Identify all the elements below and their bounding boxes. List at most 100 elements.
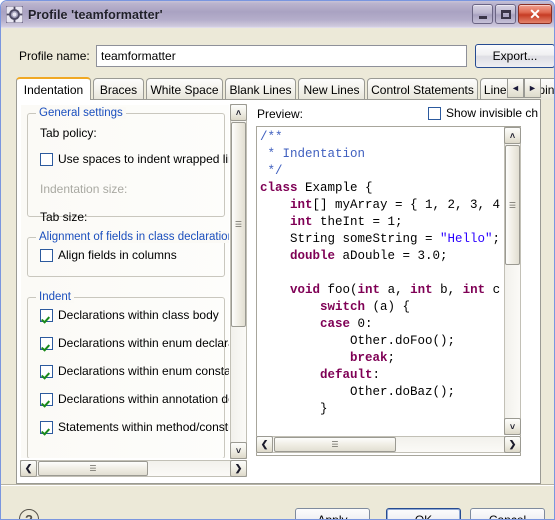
settings-scroll-right-button[interactable]: ❯ <box>230 460 247 477</box>
code-token: 0: <box>350 317 373 331</box>
setting-checkbox-row[interactable]: Declarations within enum declaration <box>40 336 229 350</box>
preview-hscroll-thumb[interactable]: ☰ <box>274 437 396 452</box>
settings-group-2: Alignment of fields in class declaration… <box>27 231 229 277</box>
code-token: */ <box>260 164 283 178</box>
preview-scroll-right-button[interactable]: ❯ <box>504 436 521 453</box>
settings-scroll-up-button[interactable]: ˄ <box>230 104 247 121</box>
preview-pane: Preview: Show invisible chara /** * Inde… <box>255 104 538 480</box>
settings-group-title: Alignment of fields in class declaration… <box>36 231 229 243</box>
code-line: class Example { <box>260 180 500 197</box>
settings-scroll-thumb[interactable]: ☰ <box>231 122 246 327</box>
code-line: case 0: <box>260 316 500 333</box>
setting-checkbox-row[interactable]: Use spaces to indent wrapped lines <box>40 152 229 166</box>
setting-label-1: Tab policy: <box>40 126 97 140</box>
setting-checkbox-row[interactable]: Declarations within enum constants <box>40 364 230 378</box>
close-icon: ✕ <box>529 5 541 22</box>
settings-pane: General settings Tab policy: Use spaces to… <box>20 104 247 480</box>
window-controls: ✕ <box>472 4 552 24</box>
tab-panel: General settings Tab policy: Use spaces to… <box>16 99 541 484</box>
profile-dialog-window: Profile 'teamformatter' ✕ Profile name: … <box>0 0 555 520</box>
settings-group-title: General settings <box>36 107 126 119</box>
help-button[interactable]: ? <box>19 509 39 519</box>
setting-checkbox[interactable] <box>40 336 53 350</box>
tab-scroll-right-icon[interactable]: ► <box>524 78 541 98</box>
code-line: double aDouble = 3.0; <box>260 248 500 265</box>
cancel-button[interactable]: Cancel <box>470 508 545 519</box>
preview-vertical-scrollbar[interactable]: ˄ ☰ ˅ <box>504 127 521 435</box>
tab-label: New Lines <box>303 82 360 97</box>
code-line: } <box>260 401 500 418</box>
show-invisible-checkbox[interactable] <box>428 106 441 120</box>
preview-hthumb-grip-icon: ☰ <box>331 440 339 449</box>
maximize-icon <box>496 5 515 23</box>
settings-scroll-left-button[interactable]: ❮ <box>20 460 37 477</box>
setting-checkbox-row[interactable]: Declarations within annotation declar <box>40 392 229 406</box>
settings-vertical-scrollbar[interactable]: ˄ ☰ ˅ <box>230 104 247 459</box>
code-line: int[] myArray = { 1, 2, 3, 4 <box>260 197 500 214</box>
code-line: break; <box>260 350 500 367</box>
setting-checkbox[interactable] <box>40 308 53 322</box>
tab-scroll-left-icon[interactable]: ◄ <box>507 78 524 98</box>
preview-scroll-up-button[interactable]: ˄ <box>504 127 521 144</box>
setting-label-4: Tab size: <box>40 210 88 224</box>
preview-scroll-left-button[interactable]: ❮ <box>256 436 273 453</box>
settings-horizontal-scrollbar[interactable]: ❮ ☰ ❯ <box>20 460 247 477</box>
code-token: Other.doFoo(); <box>260 334 456 348</box>
minimize-button[interactable] <box>472 4 493 24</box>
code-line: /** <box>260 129 500 146</box>
settings-hscroll-thumb[interactable]: ☰ <box>38 461 148 476</box>
settings-scroll-area: General settings Tab policy: Use spaces to… <box>20 104 230 459</box>
profile-name-input[interactable] <box>96 45 467 67</box>
setting-checkbox-label: Declarations within class body <box>58 308 219 322</box>
code-token: [] myArray = { 1, 2, 3, 4 <box>312 198 501 212</box>
code-token: foo( <box>320 283 358 297</box>
setting-checkbox[interactable] <box>40 248 53 262</box>
settings-scroll-down-button[interactable]: ˅ <box>230 442 247 459</box>
code-line: void foo(int a, int b, int c <box>260 282 500 299</box>
code-line: * Indentation <box>260 146 500 163</box>
setting-checkbox-row[interactable]: Statements within method/constructo <box>40 420 229 434</box>
code-token: * Indentation <box>260 147 366 161</box>
code-line: switch (a) { <box>260 299 500 316</box>
tab-control-statements[interactable]: Control Statements <box>367 78 478 100</box>
setting-checkbox[interactable] <box>40 420 53 434</box>
setting-checkbox[interactable] <box>40 392 53 406</box>
ok-button[interactable]: OK <box>386 508 461 519</box>
scroll-thumb-grip-icon: ☰ <box>234 220 243 229</box>
code-token: case <box>320 317 351 331</box>
footer-bar: ? Apply OK Cancel <box>1 485 554 519</box>
code-token: c <box>485 283 501 297</box>
code-token: ; <box>492 232 501 246</box>
setting-checkbox-label: Declarations within enum constants <box>58 364 230 378</box>
preview-horizontal-scrollbar[interactable]: ❮ ☰ ❯ <box>256 436 521 453</box>
preview-scroll-thumb[interactable]: ☰ <box>505 145 520 265</box>
tab-new-lines[interactable]: New Lines <box>298 78 365 100</box>
maximize-button[interactable] <box>495 4 516 24</box>
preview-scroll-down-button[interactable]: ˅ <box>504 418 521 435</box>
export-button[interactable]: Export... <box>475 44 554 68</box>
code-token: int <box>290 215 313 229</box>
code-token: break <box>350 351 388 365</box>
tab-indentation[interactable]: Indentation <box>16 77 91 100</box>
close-button[interactable]: ✕ <box>518 4 552 24</box>
tab-braces[interactable]: Braces <box>93 78 144 100</box>
setting-checkbox-row[interactable]: Align fields in columns <box>40 248 177 262</box>
setting-checkbox[interactable] <box>40 364 53 378</box>
tab-blank-lines[interactable]: Blank Lines <box>225 78 296 100</box>
setting-label-3: Indentation size: <box>40 182 128 196</box>
tab-nav-buttons: ◄ ► <box>507 78 541 98</box>
code-line: default: <box>260 367 500 384</box>
setting-checkbox-row[interactable]: Declarations within class body <box>40 308 219 322</box>
code-token: double <box>290 249 336 263</box>
tab-strip: Indentation Braces White Space Blank Lines N… <box>16 77 554 100</box>
dialog-body: Profile name: Export... Indentation Brace… <box>5 31 554 484</box>
setting-checkbox[interactable] <box>40 152 53 166</box>
tab-white-space[interactable]: White Space <box>146 78 223 100</box>
show-invisible-characters-checkbox-row[interactable]: Show invisible chara <box>428 106 538 120</box>
settings-group-title: Indent <box>36 291 74 303</box>
apply-button[interactable]: Apply <box>295 508 370 519</box>
